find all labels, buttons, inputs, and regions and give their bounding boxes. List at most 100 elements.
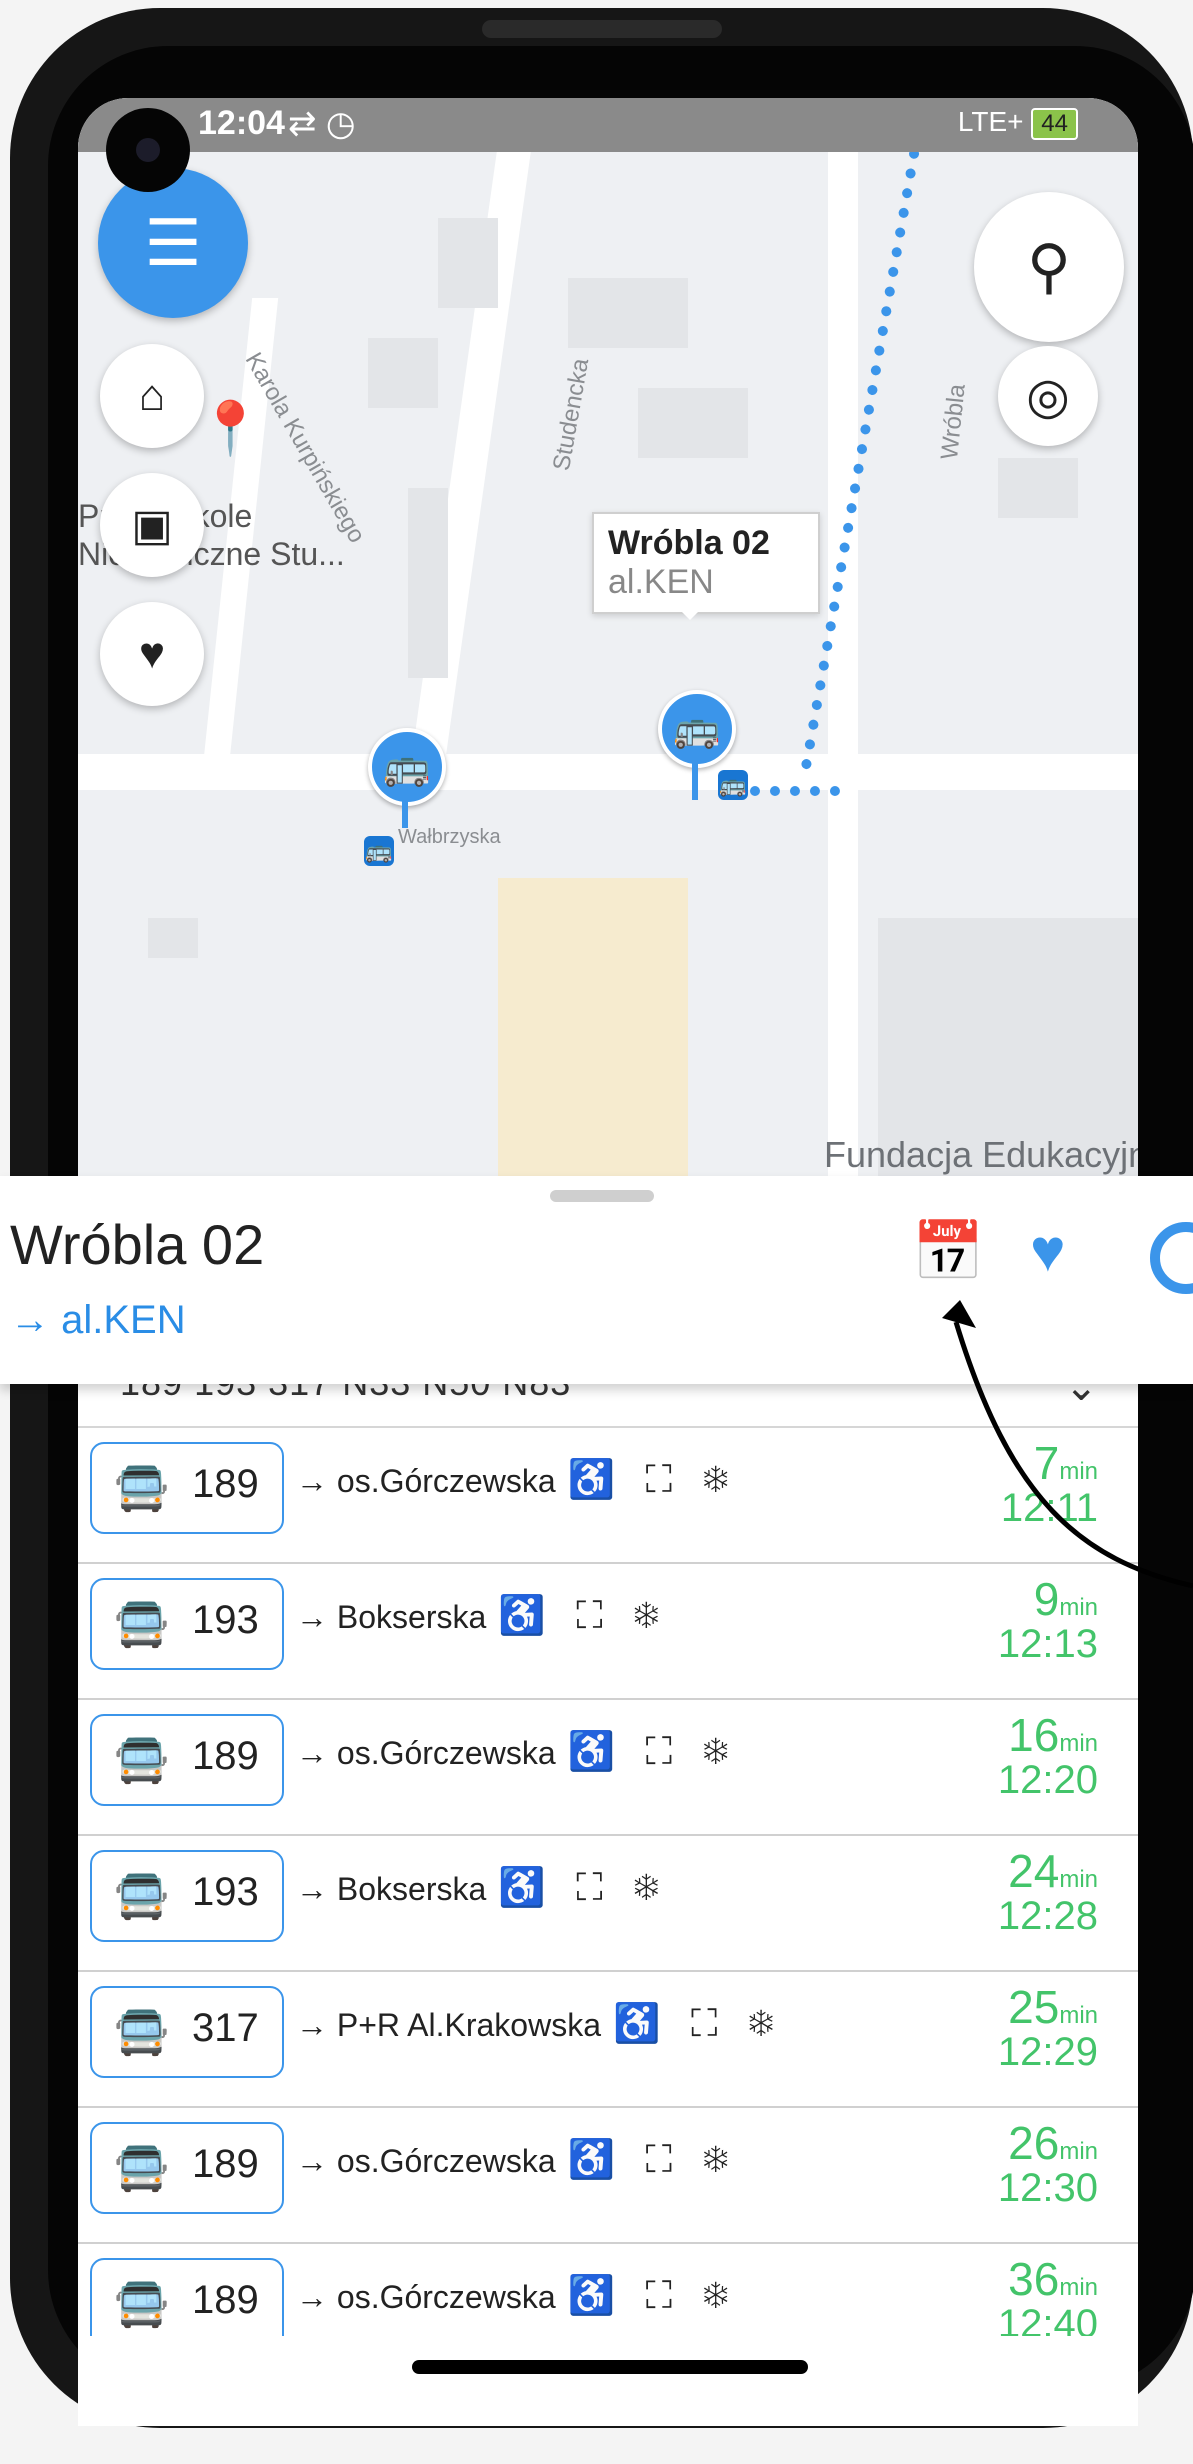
clock-time: 12:30 xyxy=(997,2166,1098,2210)
minutes-left: 25 xyxy=(1008,1981,1060,2033)
minutes-left: 7 xyxy=(1033,1437,1060,1489)
departure-time: 16min 12:20 xyxy=(998,1708,1098,1803)
accessibility-features-icon: ♿ ⛶ ❄ xyxy=(567,2139,739,2181)
minutes-unit: min xyxy=(1059,1594,1098,1621)
front-camera xyxy=(106,108,190,192)
departure-time: 26min 12:30 xyxy=(998,2116,1098,2211)
stop-sign-icon: 🚌 xyxy=(364,836,394,866)
clock-time: 12:29 xyxy=(997,2030,1098,2074)
line-badge[interactable]: 🚍 189 xyxy=(90,2258,284,2336)
line-badge[interactable]: 🚍 189 xyxy=(90,1442,284,1534)
heart-icon: ♥ xyxy=(138,629,166,678)
realtime-bus-icon: 🚍 xyxy=(114,2280,169,2329)
departure-row[interactable]: 🚍 317 → P+R Al.Krakowska ♿ ⛶ ❄ 25min 12:29 xyxy=(78,1972,1138,2108)
navigation-bar xyxy=(78,2336,1138,2426)
favorites-button[interactable]: ♥ xyxy=(100,602,204,706)
home-indicator[interactable] xyxy=(412,2360,808,2374)
destination-text: → Bokserska xyxy=(296,1599,487,1635)
departure-time: 36min 12:40 xyxy=(998,2252,1098,2336)
stop-direction[interactable]: → al.KEN xyxy=(10,1298,186,1343)
accessibility-features-icon: ♿ ⛶ ❄ xyxy=(567,1731,739,1773)
minutes-left: 16 xyxy=(1008,1709,1060,1761)
home-button[interactable]: ⌂ xyxy=(100,344,204,448)
departures-container: 🚍 189 → os.Górczewska ♿ ⛶ ❄ 7min 12:11 🚍 193 → B… xyxy=(78,1428,1138,2336)
minutes-unit: min xyxy=(1059,1866,1098,1893)
departure-destination: → os.Górczewska ♿ ⛶ ❄ xyxy=(296,1458,739,1502)
line-badge[interactable]: 🚍 189 xyxy=(90,1714,284,1806)
callout-title: Wróbla 02 xyxy=(608,524,770,562)
bus-stop-marker-selected[interactable]: 🚌 xyxy=(658,690,736,768)
building xyxy=(568,278,688,348)
menu-icon: ☰ xyxy=(144,206,202,279)
route-line xyxy=(750,786,840,796)
realtime-bus-icon: 🚍 xyxy=(114,2008,169,2057)
departure-row[interactable]: 🚍 189 → os.Górczewska ♿ ⛶ ❄ 26min 12:30 xyxy=(78,2108,1138,2244)
clock-time: 12:20 xyxy=(997,1758,1098,1802)
status-time: 12:04 xyxy=(198,104,285,142)
realtime-bus-icon: 🚍 xyxy=(114,1736,169,1785)
line-number: 189 xyxy=(192,2142,259,2186)
line-number: 189 xyxy=(192,1462,259,1506)
marker-stem xyxy=(402,798,408,828)
departure-row[interactable]: 🚍 193 → Bokserska ♿ ⛶ ❄ 9min 12:13 xyxy=(78,1564,1138,1700)
drag-handle[interactable] xyxy=(550,1190,654,1202)
street-label: Studencka xyxy=(548,356,595,473)
clock-time: 12:13 xyxy=(997,1622,1098,1666)
destination-text: → os.Górczewska xyxy=(296,1735,556,1771)
minutes-left: 36 xyxy=(1008,2253,1060,2305)
minutes-unit: min xyxy=(1059,1730,1098,1757)
departure-row[interactable]: 🚍 189 → os.Górczewska ♿ ⛶ ❄ 36min 12:40 xyxy=(78,2244,1138,2336)
battery-icon: 44 xyxy=(1031,108,1078,140)
line-badge[interactable]: 🚍 317 xyxy=(90,1986,284,2078)
line-badge[interactable]: 🚍 193 xyxy=(90,1578,284,1670)
building-yellow xyxy=(498,878,688,1178)
briefcase-icon: ▣ xyxy=(131,500,173,550)
speaker-grille xyxy=(482,20,722,38)
marker-stem xyxy=(692,760,698,800)
minutes-unit: min xyxy=(1059,1458,1098,1485)
minutes-unit: min xyxy=(1059,2002,1098,2029)
callout-subtitle: al.KEN xyxy=(608,563,714,601)
departure-time: 24min 12:28 xyxy=(998,1844,1098,1939)
destination-text: → os.Górczewska xyxy=(296,1463,556,1499)
stop-callout[interactable]: Wróbla 02 al.KEN xyxy=(592,512,820,620)
accessibility-features-icon: ♿ ⛶ ❄ xyxy=(567,2275,739,2317)
minutes-left: 9 xyxy=(1033,1573,1060,1625)
favorite-heart-icon[interactable]: ♥ xyxy=(1030,1216,1066,1285)
crosshair-icon: ◎ xyxy=(1026,368,1070,424)
accessibility-features-icon: ♿ ⛶ ❄ xyxy=(498,1867,670,1909)
line-number: 317 xyxy=(192,2006,259,2050)
departure-time: 9min 12:13 xyxy=(998,1572,1098,1667)
home-icon: ⌂ xyxy=(138,371,166,420)
line-badge[interactable]: 🚍 189 xyxy=(90,2122,284,2214)
line-badge[interactable]: 🚍 193 xyxy=(90,1850,284,1942)
stop-details-sheet[interactable]: Wróbla 02 → al.KEN 📅 ♥ xyxy=(0,1176,1193,1384)
search-icon: ⚲ xyxy=(1027,233,1071,300)
status-icons: ⇄ ◷ xyxy=(288,105,356,143)
stop-sign-icon: 🚌 xyxy=(718,770,748,800)
search-button[interactable]: ⚲ xyxy=(974,192,1124,342)
destination-text: → os.Górczewska xyxy=(296,2279,556,2315)
line-number: 193 xyxy=(192,1870,259,1914)
building xyxy=(638,388,748,458)
bus-stop-marker[interactable]: 🚌 xyxy=(368,728,446,806)
building xyxy=(408,488,448,678)
clock-time: 12:40 xyxy=(997,2302,1098,2336)
refresh-icon[interactable] xyxy=(1150,1222,1193,1294)
departure-row[interactable]: 🚍 189 → os.Górczewska ♿ ⛶ ❄ 7min 12:11 xyxy=(78,1428,1138,1564)
destination-text: → Bokserska xyxy=(296,1871,487,1907)
calendar-icon[interactable]: 📅 xyxy=(912,1218,984,1286)
departure-destination: → Bokserska ♿ ⛶ ❄ xyxy=(296,1866,669,1910)
departures-list[interactable]: 189 193 317 N33 N50 N83 ⌄ 🚍 189 → os.Górcz… xyxy=(78,1376,1138,2336)
my-location-button[interactable]: ◎ xyxy=(998,346,1098,446)
work-button[interactable]: ▣ xyxy=(100,473,204,577)
place-label: Fundacja Edukacyjna xyxy=(824,1134,1138,1175)
minutes-left: 26 xyxy=(1008,2117,1060,2169)
menu-button[interactable]: ☰ xyxy=(98,168,248,318)
line-number: 189 xyxy=(192,2278,259,2322)
departure-row[interactable]: 🚍 189 → os.Górczewska ♿ ⛶ ❄ 16min 12:20 xyxy=(78,1700,1138,1836)
departure-destination: → Bokserska ♿ ⛶ ❄ xyxy=(296,1594,669,1638)
departure-row[interactable]: 🚍 193 → Bokserska ♿ ⛶ ❄ 24min 12:28 xyxy=(78,1836,1138,1972)
phone-mockup: Karola Kurpińskiego Studencka Wróbla Wał… xyxy=(0,0,1193,2464)
accessibility-features-icon: ♿ ⛶ ❄ xyxy=(567,1459,739,1501)
